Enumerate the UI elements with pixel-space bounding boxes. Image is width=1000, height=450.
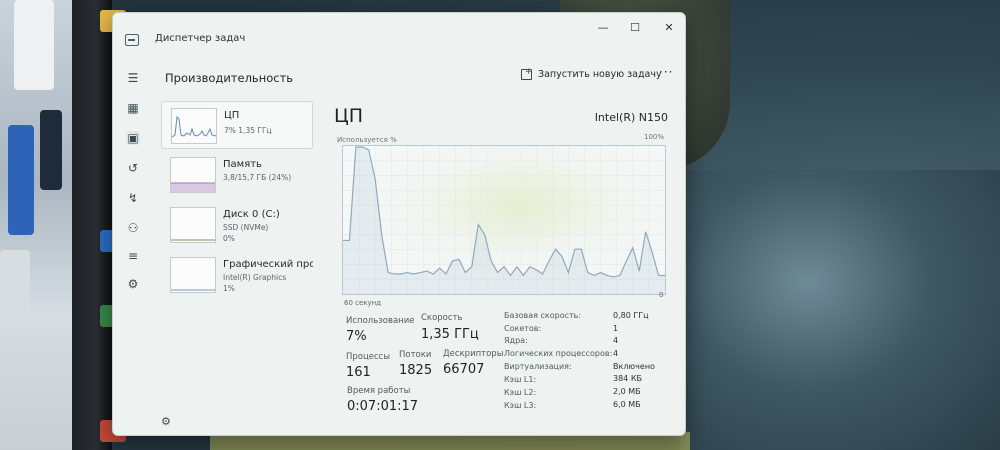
spec-label: Сокетов: — [504, 324, 542, 333]
spec-value: 4 — [613, 336, 619, 345]
nav-rail: ☰ ▦ ▣ ↺ ↯ ⚇ ≡ ⚙ — [113, 65, 151, 435]
processes-value: 161 — [346, 365, 371, 380]
spec-label: Ядра: — [504, 336, 528, 345]
cpu-utilization-graph — [342, 145, 666, 295]
resource-item-cpu[interactable]: ЦП 7% 1,35 ГГц — [161, 101, 313, 149]
uptime-label: Время работы — [347, 386, 411, 396]
memory-thumbnail-graph — [170, 157, 216, 193]
cpu-model: Intel(R) N150 — [594, 111, 668, 124]
utilization-max-label: 100% — [643, 133, 664, 141]
spec-value: 2,0 МБ — [613, 387, 641, 396]
resource-item-gpu[interactable]: Графический про Intel(R) Graphics 1% — [161, 251, 313, 297]
handles-label: Дескрипторы — [443, 349, 504, 359]
resource-sub: Intel(R) Graphics — [223, 273, 287, 282]
close-button[interactable]: ✕ — [661, 21, 677, 34]
resource-sub-percent: 1% — [223, 284, 235, 293]
users-icon[interactable]: ⚇ — [126, 221, 140, 235]
settings-icon[interactable]: ⚙ — [161, 415, 171, 428]
spec-value: Включено — [613, 362, 655, 371]
handles-value: 66707 — [443, 362, 485, 377]
menu-icon[interactable]: ☰ — [126, 71, 140, 85]
resource-name: Память — [223, 159, 262, 170]
time-axis-label: 60 секунд — [344, 299, 382, 307]
minimize-button[interactable]: — — [595, 21, 611, 34]
wallpaper-sea — [680, 170, 1000, 450]
details-icon[interactable]: ≡ — [126, 249, 140, 263]
zero-axis-label: 0 — [659, 291, 664, 299]
task-manager-window: Диспетчер задач — ☐ ✕ ☰ ▦ ▣ ↺ ↯ ⚇ ≡ ⚙ ⚙ … — [112, 12, 686, 436]
resource-name: Графический про — [223, 259, 313, 270]
window-title: Диспетчер задач — [155, 33, 246, 44]
app-history-icon[interactable]: ↺ — [126, 161, 140, 175]
spec-label: Базовая скорость: — [504, 311, 582, 320]
background-phone — [8, 125, 34, 235]
resource-name: Диск 0 (C:) — [223, 209, 280, 220]
speed-label: Скорость — [421, 313, 463, 323]
cpu-title: ЦП — [334, 105, 364, 127]
maximize-button[interactable]: ☐ — [627, 21, 643, 34]
utilization-axis-label: Используется % — [337, 136, 397, 144]
threads-value: 1825 — [399, 363, 433, 378]
spec-value: 384 КБ — [613, 374, 642, 383]
run-new-task-button[interactable]: Запустить новую задачу — [521, 66, 662, 82]
gpu-thumbnail-graph — [170, 257, 216, 293]
spec-label: Виртуализация: — [504, 362, 572, 371]
spec-value: 6,0 МБ — [613, 400, 641, 409]
speed-value: 1,35 ГГц — [421, 327, 479, 342]
background-phone — [14, 0, 54, 90]
resource-item-memory[interactable]: Память 3,8/15,7 ГБ (24%) — [161, 151, 311, 197]
cpu-detail-panel: ЦП Intel(R) N150 Используется % 100% 60 … — [332, 103, 682, 433]
spec-value: 4 — [613, 349, 619, 358]
cpu-utilization-svg — [343, 146, 665, 294]
threads-label: Потоки — [399, 350, 432, 360]
title-bar[interactable]: Диспетчер задач — ☐ ✕ — [113, 13, 685, 53]
spec-value: 1 — [613, 324, 619, 333]
resource-sub-percent: 0% — [223, 234, 235, 243]
task-manager-icon — [125, 34, 139, 46]
services-icon[interactable]: ⚙ — [126, 277, 140, 291]
resource-sub: 3,8/15,7 ГБ (24%) — [223, 173, 292, 182]
background-phone — [40, 110, 62, 190]
processes-label: Процессы — [346, 352, 391, 362]
resource-item-disk[interactable]: Диск 0 (C:) SSD (NVMe) 0% — [161, 201, 311, 247]
processes-icon[interactable]: ▦ — [126, 101, 140, 115]
cpu-thumbnail-graph — [171, 108, 217, 144]
spec-label: Кэш L3: — [504, 401, 537, 410]
spec-label: Логических процессоров: — [504, 349, 613, 358]
new-task-icon — [521, 67, 533, 80]
usage-value: 7% — [346, 329, 367, 344]
resource-name: ЦП — [224, 110, 240, 121]
run-new-task-label: Запустить новую задачу — [538, 68, 662, 80]
spec-label: Кэш L2: — [504, 388, 537, 397]
startup-apps-icon[interactable]: ↯ — [126, 191, 140, 205]
spec-value: 0,80 ГГц — [613, 311, 649, 320]
background-phone — [0, 250, 30, 320]
page-title: Производительность — [165, 71, 294, 85]
resource-sub: SSD (NVMe) — [223, 223, 269, 232]
more-options-button[interactable]: ··· — [659, 65, 673, 79]
performance-icon[interactable]: ▣ — [126, 131, 140, 145]
usage-label: Использование — [346, 316, 415, 326]
uptime-value: 0:07:01:17 — [347, 399, 419, 414]
resource-sub: 7% 1,35 ГГц — [224, 126, 272, 135]
disk-thumbnail-graph — [170, 207, 216, 243]
spec-label: Кэш L1: — [504, 375, 537, 384]
